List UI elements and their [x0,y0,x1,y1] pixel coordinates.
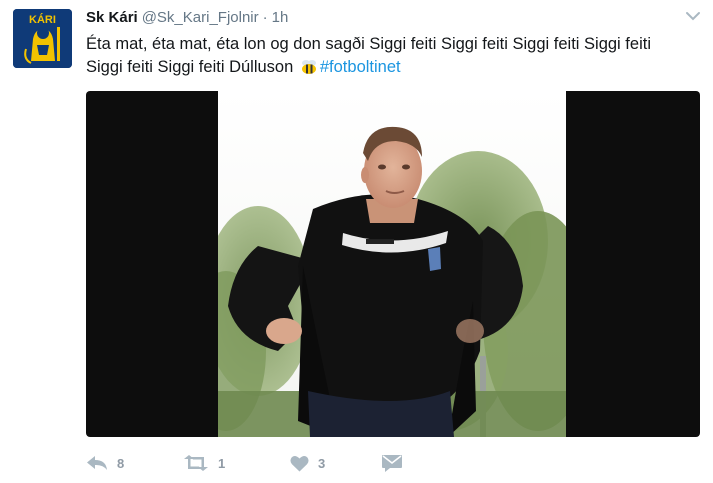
envelope-icon [382,454,402,472]
retweet-button[interactable]: 1 [183,455,290,471]
reply-count: 8 [117,455,125,471]
bee-emoji [300,59,318,82]
photo-image [218,91,566,437]
like-button[interactable]: 3 [290,455,382,472]
avatar[interactable]: KÁRI [13,9,72,68]
direct-message-button[interactable] [382,454,402,472]
retweet-count: 1 [218,455,226,471]
reply-icon [86,455,108,471]
tweet-photo[interactable] [218,91,566,437]
display-name[interactable]: Sk Kári [86,9,138,26]
user-handle[interactable]: @Sk_Kari_Fjolnir [142,9,259,26]
club-logo: KÁRI [13,9,72,68]
avatar-text: KÁRI [29,13,56,26]
tweet-actions: 8 1 3 [86,451,402,475]
heart-icon [290,455,309,472]
tweet-text: Éta mat, éta mat, éta lon og don sagði S… [86,33,686,82]
separator-dot: · [262,9,268,26]
chevron-down-icon[interactable] [683,6,703,26]
reply-button[interactable]: 8 [86,455,183,471]
tweet-card[interactable]: KÁRI Sk Kári @Sk_Kari_Fjolnir · 1h Éta mat,… [0,0,713,483]
hashtag-link[interactable]: #fotboltinet [320,58,401,76]
timestamp[interactable]: 1h [272,9,289,26]
tweet-header: Sk Kári @Sk_Kari_Fjolnir · 1h [86,8,288,28]
retweet-icon [183,455,209,471]
tweet-media[interactable] [86,91,700,437]
like-count: 3 [318,455,326,471]
